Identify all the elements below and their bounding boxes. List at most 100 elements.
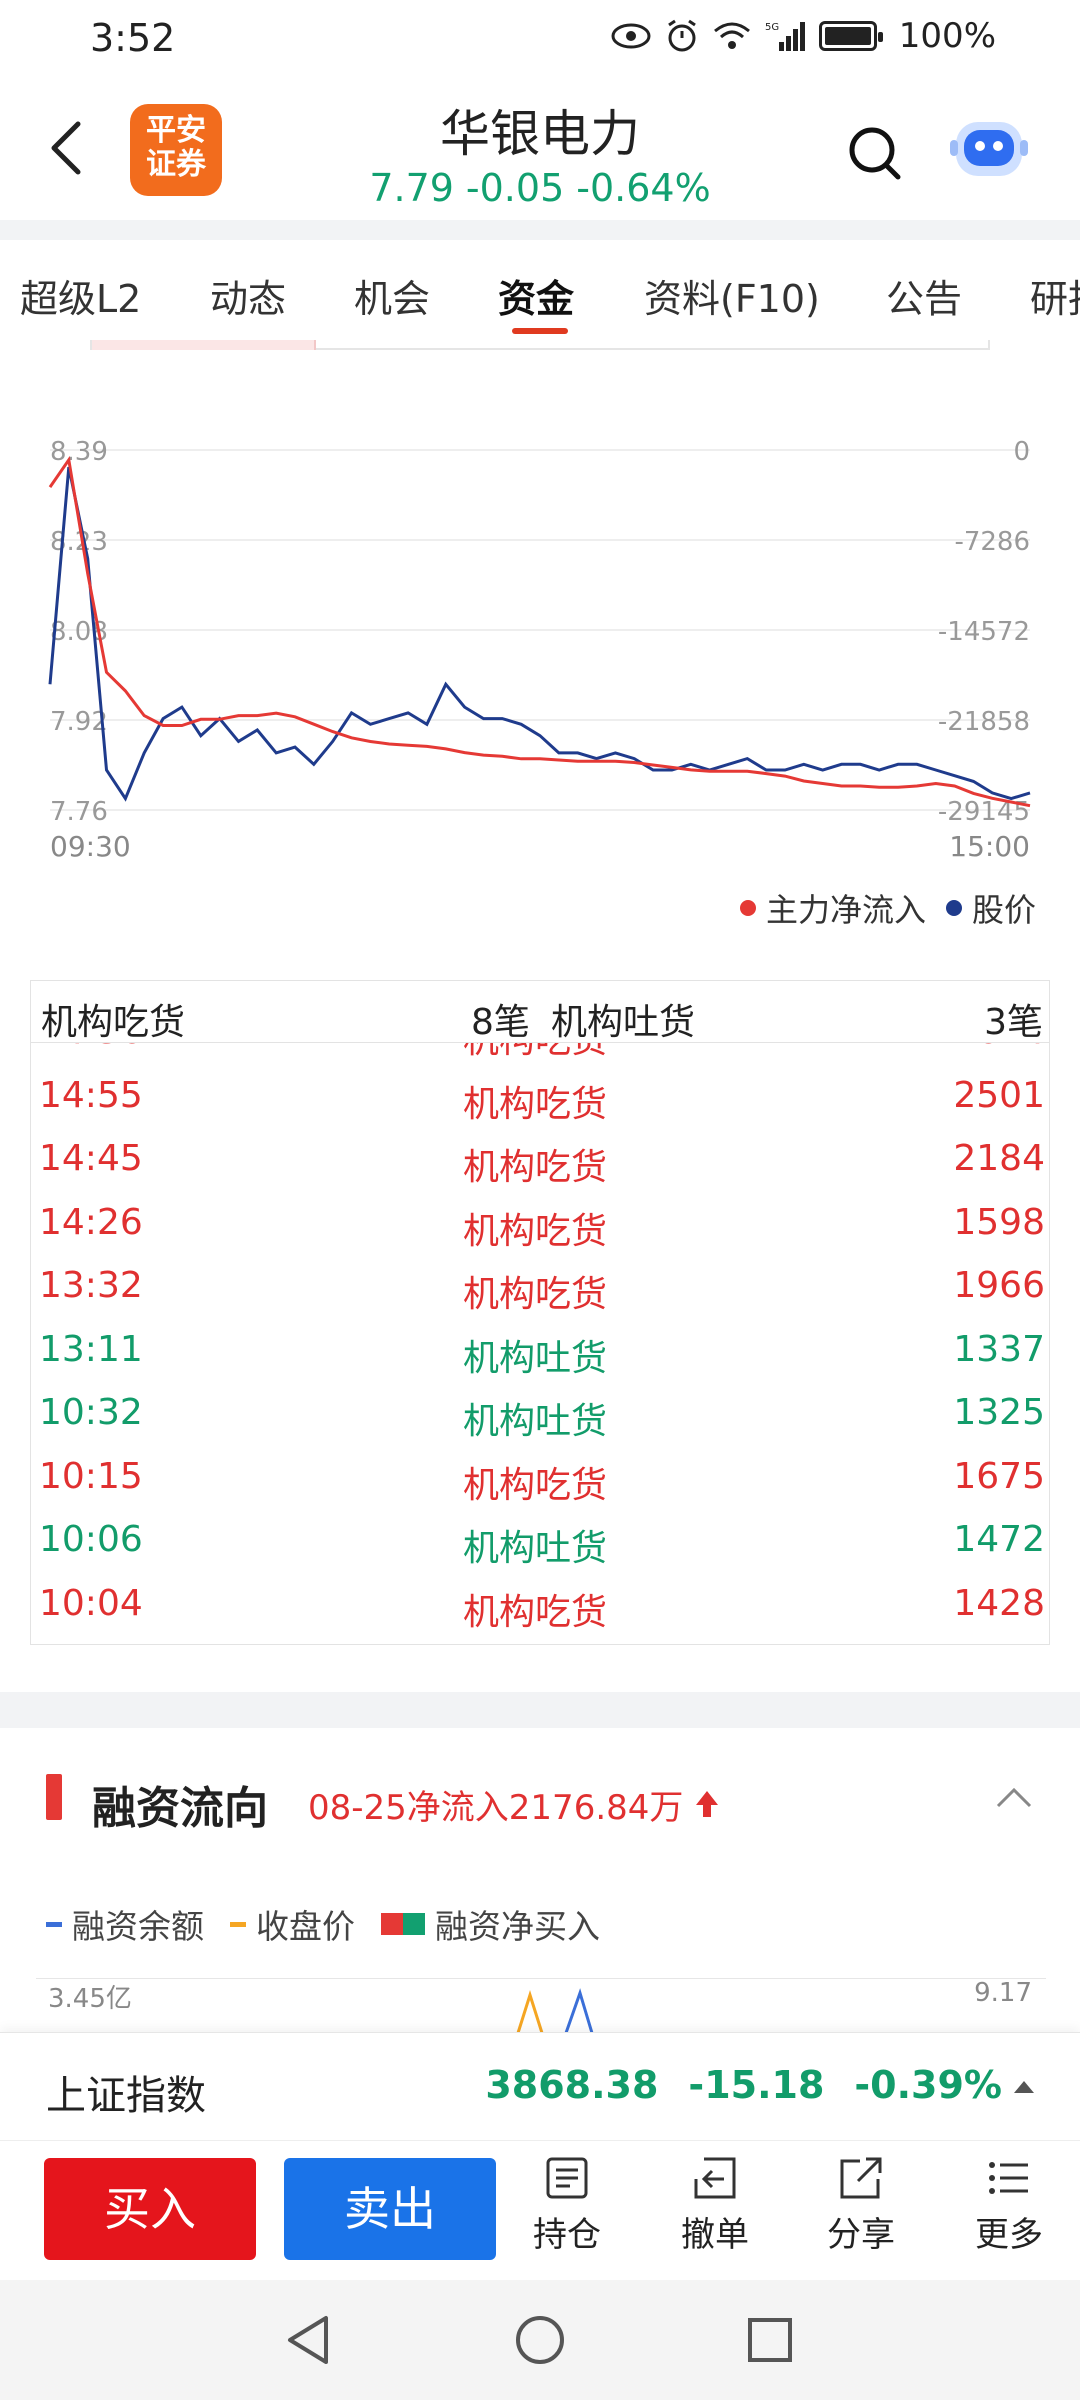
trade-row: 10:06 机构吐货 1472 bbox=[31, 1509, 1049, 1572]
wifi-icon bbox=[713, 22, 750, 49]
sell-button[interactable]: 卖出 bbox=[284, 2158, 496, 2260]
margin-axis-right: 9.17 bbox=[974, 1978, 1032, 2008]
y-tick-label-right: -21858 bbox=[938, 707, 1030, 737]
stock-header: 平安 证券 华银电力 7.79 -0.05 -0.64% bbox=[0, 80, 1080, 220]
share-button[interactable]: 分享 bbox=[806, 2155, 916, 2256]
trade-row: 13:32 机构吃货 1966 bbox=[31, 1255, 1049, 1318]
chart-legend: 主力净流入 股价 bbox=[739, 885, 1036, 931]
tab-capital[interactable]: 资金 bbox=[498, 268, 574, 323]
y-tick-label-right: -14572 bbox=[938, 617, 1030, 647]
header-divider bbox=[0, 220, 1080, 240]
buy-button[interactable]: 买入 bbox=[44, 2158, 256, 2260]
trade-row: 10:32 机构吐货 1325 bbox=[31, 1382, 1049, 1445]
more-button[interactable]: 更多 bbox=[954, 2155, 1064, 2256]
nav-recents-icon[interactable] bbox=[740, 2310, 800, 2370]
battery-percent: 100% bbox=[898, 16, 996, 56]
trade-action-bar: 买入 卖出 持仓 撤单 分享 更多 bbox=[0, 2140, 1080, 2280]
trade-type: 机构吐货 bbox=[463, 1337, 608, 1379]
legend-price: 股价 bbox=[945, 885, 1036, 931]
margin-flow-summary: 08-25净流入2176.84万 bbox=[308, 1780, 720, 1829]
block-trades-panel: 机构吃货 8笔 机构吐货 3笔 14:56机构吃货162414:55机构吃货25… bbox=[30, 980, 1050, 1645]
battery-icon bbox=[818, 21, 883, 51]
nav-home-icon[interactable] bbox=[510, 2310, 570, 2370]
tab-opportunity[interactable]: 机会 bbox=[354, 268, 430, 323]
trade-time: 10:06 bbox=[39, 1519, 143, 1560]
active-tab-indicator bbox=[512, 328, 568, 334]
y-tick-label-left: 7.76 bbox=[50, 797, 108, 827]
capital-flow-chart: 8.39 0 8.23 -7286 8.08 -14572 7.92 -21858 7.76 -2… bbox=[0, 410, 1080, 950]
positions-button[interactable]: 持仓 bbox=[512, 2155, 622, 2256]
trade-row: 13:11 机构吐货 1337 bbox=[31, 1319, 1049, 1382]
positions-icon bbox=[546, 2157, 588, 2199]
margin-legend: 融资余额 收盘价 融资净买入 bbox=[46, 1900, 600, 1948]
caret-up-icon[interactable] bbox=[1014, 2081, 1034, 2093]
stock-name: 华银电力 bbox=[440, 105, 640, 163]
tab-announcements[interactable]: 公告 bbox=[886, 268, 962, 323]
y-tick-label-right: -7286 bbox=[954, 527, 1030, 557]
stock-price: 7.79 bbox=[369, 166, 454, 210]
index-values: 3868.38 -15.18 -0.39% bbox=[485, 2063, 1002, 2107]
search-icon[interactable] bbox=[846, 124, 906, 184]
y-tick-label-left: 8.23 bbox=[50, 527, 108, 557]
tab-research[interactable]: 研报 bbox=[1030, 268, 1080, 323]
trade-time: 13:32 bbox=[39, 1265, 143, 1306]
trade-time: 13:11 bbox=[39, 1328, 143, 1370]
trade-volume: 1337 bbox=[953, 1328, 1045, 1370]
tab-f10[interactable]: 资料(F10) bbox=[644, 268, 820, 323]
tab-super-l2[interactable]: 超级L2 bbox=[20, 268, 141, 323]
robot-assistant-icon[interactable] bbox=[950, 112, 1028, 184]
trade-volume: 1966 bbox=[953, 1265, 1045, 1306]
trade-type: 机构吃货 bbox=[463, 1083, 608, 1125]
trade-type: 机构吐货 bbox=[463, 1401, 608, 1442]
trade-type: 机构吃货 bbox=[463, 1274, 608, 1315]
legend-dot-red bbox=[739, 900, 756, 916]
svg-text:5G: 5G bbox=[765, 22, 779, 33]
stock-change-pct: -0.64% bbox=[576, 166, 711, 210]
margin-flow-title: 融资流向 bbox=[92, 1783, 268, 1834]
margin-chart-peaks bbox=[516, 1988, 594, 2033]
index-name: 上证指数 bbox=[46, 2073, 206, 2119]
stock-quote: 7.79 -0.05 -0.64% bbox=[0, 166, 1080, 210]
series-line-price bbox=[48, 466, 1031, 802]
index-value: 3868.38 bbox=[485, 2063, 659, 2107]
cancel-order-button[interactable]: 撤单 bbox=[660, 2155, 770, 2256]
x-tick-label-start: 09:30 bbox=[50, 830, 131, 863]
margin-chart bbox=[36, 1978, 1046, 2038]
legend-margin-balance[interactable]: 融资余额 bbox=[46, 1900, 204, 1948]
share-icon bbox=[840, 2157, 882, 2199]
trade-time: 14:45 bbox=[39, 1138, 143, 1179]
tab-dynamics[interactable]: 动态 bbox=[210, 268, 286, 323]
margin-axis-left: 3.45亿 bbox=[48, 1984, 132, 2014]
trade-time: 10:32 bbox=[39, 1392, 143, 1433]
status-bar: 3:52 5G 100% bbox=[0, 0, 1080, 80]
nav-back-icon[interactable] bbox=[280, 2310, 340, 2370]
trade-row: 14:45 机构吃货 2184 bbox=[31, 1128, 1049, 1191]
section-marker bbox=[46, 1774, 62, 1820]
alarm-icon bbox=[667, 19, 696, 52]
trade-type: 机构吃货 bbox=[463, 1591, 608, 1633]
block-trades-header: 机构吃货 8笔 机构吐货 3笔 bbox=[31, 981, 1049, 1043]
trade-time: 10:15 bbox=[39, 1455, 143, 1497]
system-nav-bar bbox=[0, 2280, 1080, 2400]
sell-label: 机构吐货 bbox=[551, 1002, 696, 1043]
buy-count: 8笔 bbox=[471, 1002, 530, 1043]
y-tick-label-left: 7.92 bbox=[50, 707, 108, 737]
trade-row: 14:26 机构吃货 1598 bbox=[31, 1192, 1049, 1255]
trade-row: 10:04 机构吃货 1428 bbox=[31, 1573, 1049, 1636]
index-ticker-bar[interactable]: 上证指数 3868.38 -15.18 -0.39% bbox=[0, 2032, 1080, 2140]
x-tick-label-end: 15:00 bbox=[949, 830, 1030, 863]
more-list-icon bbox=[989, 2162, 1028, 2194]
stock-change: -0.05 bbox=[465, 166, 565, 210]
cancel-order-icon bbox=[694, 2157, 736, 2199]
trade-volume: 1472 bbox=[953, 1519, 1045, 1560]
sell-count: 3笔 bbox=[984, 1002, 1043, 1043]
trade-type: 机构吃货 bbox=[463, 1210, 608, 1252]
trade-time: 14:26 bbox=[39, 1201, 143, 1243]
legend-net-buy[interactable]: 融资净买入 bbox=[381, 1900, 600, 1948]
chevron-up-icon[interactable] bbox=[994, 1782, 1034, 1812]
trade-time: 10:04 bbox=[39, 1582, 143, 1624]
trade-type: 机构吃货 bbox=[463, 1147, 608, 1188]
legend-close-price[interactable]: 收盘价 bbox=[230, 1900, 355, 1948]
trade-volume: 2501 bbox=[953, 1074, 1045, 1116]
trade-volume: 1428 bbox=[953, 1582, 1045, 1624]
